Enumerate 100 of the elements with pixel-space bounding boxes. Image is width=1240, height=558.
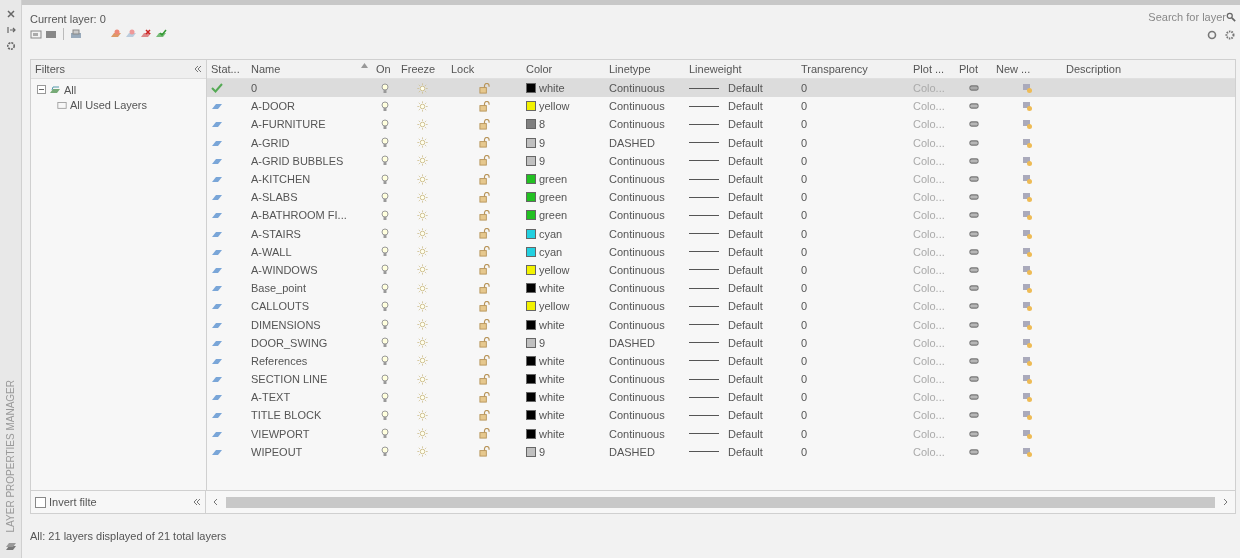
- viewport-freeze-icon[interactable]: [1021, 227, 1033, 240]
- viewport-freeze-icon[interactable]: [1021, 391, 1033, 404]
- lineweight-cell[interactable]: Default: [685, 154, 797, 167]
- close-icon[interactable]: [4, 8, 17, 20]
- transparency-cell[interactable]: 0: [797, 409, 909, 422]
- lineweight-cell[interactable]: Default: [685, 300, 797, 313]
- transparency-cell[interactable]: 0: [797, 445, 909, 458]
- viewport-freeze-icon[interactable]: [1021, 154, 1033, 167]
- lineweight-cell[interactable]: Default: [685, 173, 797, 186]
- color-cell[interactable]: white: [522, 282, 605, 295]
- sun-icon[interactable]: [416, 428, 428, 440]
- lightbulb-icon[interactable]: [380, 137, 389, 149]
- sun-icon[interactable]: [416, 409, 428, 421]
- lineweight-cell[interactable]: Default: [685, 263, 797, 276]
- layer-row[interactable]: A-GRID BUBBLES 9 Continuous Default 0 Colo...: [207, 151, 1235, 170]
- viewport-freeze-icon[interactable]: [1021, 100, 1033, 113]
- layer-row[interactable]: A-KITCHEN green Continuous Default 0 Colo...: [207, 169, 1235, 189]
- sun-icon[interactable]: [416, 355, 428, 367]
- lightbulb-icon[interactable]: [380, 337, 389, 349]
- transparency-cell[interactable]: 0: [797, 245, 909, 258]
- color-cell[interactable]: white: [522, 318, 605, 331]
- column-header[interactable]: Plot: [955, 63, 992, 75]
- sun-icon[interactable]: [416, 155, 428, 167]
- linetype-cell[interactable]: Continuous: [605, 263, 685, 276]
- layer-row[interactable]: DOOR_SWING 9 DASHED Default 0 Colo...: [207, 333, 1235, 352]
- linetype-cell[interactable]: Continuous: [605, 82, 685, 95]
- unlocked-padlock-icon[interactable]: [479, 137, 490, 149]
- collapse-icon[interactable]: [193, 498, 201, 506]
- sun-icon[interactable]: [416, 446, 428, 458]
- lightbulb-icon[interactable]: [380, 319, 389, 331]
- color-cell[interactable]: white: [522, 391, 605, 404]
- layer-row[interactable]: Base_point white Continuous Default 0 Colo...: [207, 279, 1235, 298]
- unlocked-padlock-icon[interactable]: [479, 209, 490, 221]
- color-cell[interactable]: white: [522, 82, 605, 95]
- color-cell[interactable]: green: [522, 209, 605, 222]
- linetype-cell[interactable]: Continuous: [605, 300, 685, 313]
- linetype-cell[interactable]: Continuous: [605, 318, 685, 331]
- scroll-left-icon[interactable]: [212, 498, 220, 506]
- viewport-freeze-icon[interactable]: [1021, 300, 1033, 313]
- transparency-cell[interactable]: 0: [797, 227, 909, 240]
- lineweight-cell[interactable]: Default: [685, 227, 797, 240]
- lineweight-cell[interactable]: Default: [685, 427, 797, 440]
- sun-icon[interactable]: [416, 191, 428, 203]
- column-header[interactable]: Description: [1062, 63, 1235, 75]
- new-filter-icon[interactable]: [30, 28, 42, 40]
- unlocked-padlock-icon[interactable]: [479, 373, 490, 385]
- sun-icon[interactable]: [416, 228, 428, 240]
- lineweight-cell[interactable]: Default: [685, 118, 797, 131]
- column-header[interactable]: Freeze: [397, 63, 447, 75]
- color-cell[interactable]: 8: [522, 118, 605, 131]
- lightbulb-icon[interactable]: [380, 282, 389, 294]
- unlocked-padlock-icon[interactable]: [479, 228, 490, 240]
- tree-item[interactable]: All: [35, 82, 202, 97]
- settings-icon[interactable]: [4, 40, 17, 52]
- lightbulb-icon[interactable]: [380, 173, 389, 185]
- lightbulb-icon[interactable]: [380, 191, 389, 203]
- linetype-cell[interactable]: Continuous: [605, 100, 685, 113]
- group-filter-icon[interactable]: [45, 28, 57, 40]
- sun-icon[interactable]: [416, 137, 428, 149]
- layer-row[interactable]: VIEWPORT white Continuous Default 0 Colo...: [207, 424, 1235, 443]
- layer-row[interactable]: CALLOUTS yellow Continuous Default 0 Colo...: [207, 297, 1235, 316]
- invert-filter-checkbox[interactable]: Invert filte: [35, 496, 97, 508]
- unlocked-padlock-icon[interactable]: [479, 191, 490, 203]
- sun-icon[interactable]: [416, 319, 428, 331]
- color-cell[interactable]: white: [522, 373, 605, 386]
- lineweight-cell[interactable]: Default: [685, 191, 797, 204]
- column-header[interactable]: Lineweight: [685, 63, 797, 75]
- unlocked-padlock-icon[interactable]: [479, 319, 490, 331]
- transparency-cell[interactable]: 0: [797, 336, 909, 349]
- lightbulb-icon[interactable]: [380, 391, 389, 403]
- transparency-cell[interactable]: 0: [797, 318, 909, 331]
- transparency-cell[interactable]: 0: [797, 191, 909, 204]
- pin-icon[interactable]: [4, 24, 17, 36]
- transparency-cell[interactable]: 0: [797, 427, 909, 440]
- lineweight-cell[interactable]: Default: [685, 282, 797, 295]
- transparency-cell[interactable]: 0: [797, 282, 909, 295]
- lightbulb-icon[interactable]: [380, 100, 389, 112]
- lightbulb-icon[interactable]: [380, 118, 389, 130]
- viewport-freeze-icon[interactable]: [1021, 445, 1033, 458]
- unlocked-padlock-icon[interactable]: [479, 118, 490, 130]
- layer-row[interactable]: WIPEOUT 9 DASHED Default 0 Colo...: [207, 442, 1235, 461]
- settings-icon[interactable]: [1224, 29, 1236, 41]
- column-header[interactable]: Transparency: [797, 63, 909, 75]
- scroll-right-icon[interactable]: [1221, 498, 1229, 506]
- viewport-freeze-icon[interactable]: [1021, 263, 1033, 276]
- sun-icon[interactable]: [416, 246, 428, 258]
- linetype-cell[interactable]: Continuous: [605, 227, 685, 240]
- transparency-cell[interactable]: 0: [797, 173, 909, 186]
- linetype-cell[interactable]: Continuous: [605, 118, 685, 131]
- column-header[interactable]: Color: [522, 63, 605, 75]
- linetype-cell[interactable]: Continuous: [605, 409, 685, 422]
- color-cell[interactable]: 9: [522, 445, 605, 458]
- sun-icon[interactable]: [416, 118, 428, 130]
- linetype-cell[interactable]: Continuous: [605, 173, 685, 186]
- column-header[interactable]: Stat...: [207, 63, 247, 75]
- lightbulb-icon[interactable]: [380, 373, 389, 385]
- linetype-cell[interactable]: Continuous: [605, 427, 685, 440]
- column-header[interactable]: Name: [247, 63, 372, 75]
- column-header[interactable]: Lock: [447, 63, 522, 75]
- sun-icon[interactable]: [416, 282, 428, 294]
